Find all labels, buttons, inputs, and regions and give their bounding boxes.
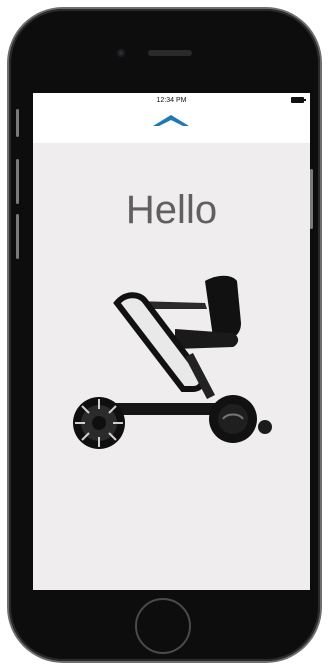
- volume-down-button: [16, 214, 19, 259]
- chevron-up-icon[interactable]: [153, 113, 189, 127]
- status-bar: 12:34 PM: [33, 93, 310, 143]
- front-camera-icon: [117, 49, 125, 57]
- mute-switch: [16, 109, 19, 137]
- wheelchair-icon: [73, 275, 272, 449]
- battery-icon: [291, 97, 306, 103]
- greeting-title: Hello: [125, 188, 218, 232]
- status-time: 12:34 PM: [156, 97, 187, 104]
- screen: 12:34 PM Hello: [33, 93, 310, 590]
- home-button-icon[interactable]: [135, 598, 191, 654]
- power-button: [310, 169, 313, 229]
- volume-up-button: [16, 159, 19, 204]
- earpiece-speaker: [148, 50, 192, 56]
